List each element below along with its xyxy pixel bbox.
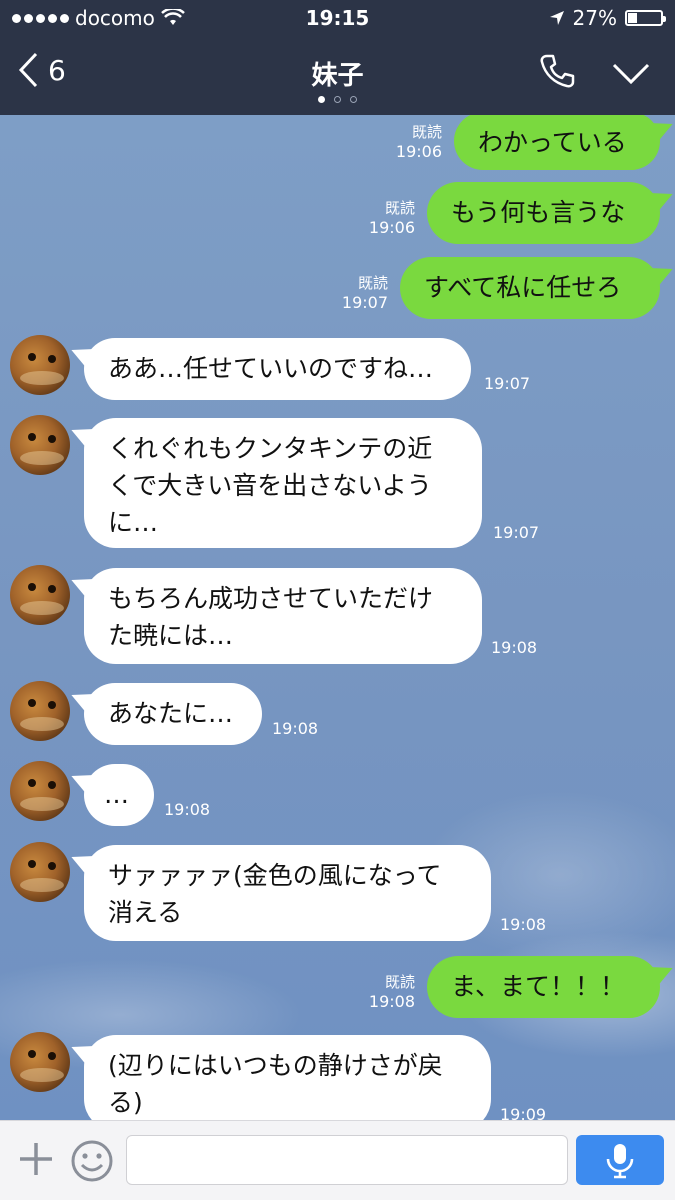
mic-button[interactable]	[576, 1135, 664, 1185]
back-chevron-icon	[18, 52, 38, 88]
input-bar	[0, 1120, 675, 1200]
avatar[interactable]	[10, 415, 70, 475]
message-meta: 既読 19:06	[369, 199, 415, 237]
message-bubble-incoming[interactable]: サァァァァ(金色の風になって 消える	[84, 845, 491, 941]
avatar[interactable]	[10, 681, 70, 741]
message-bubble-incoming[interactable]: ああ…任せていいのですね…	[84, 338, 471, 400]
message-time: 19:07	[493, 523, 540, 542]
phone-icon[interactable]	[538, 52, 576, 90]
message-time: 19:09	[500, 1105, 547, 1120]
mic-icon	[606, 1144, 634, 1179]
message-bubble-outgoing[interactable]: もう何も言うな	[427, 182, 660, 244]
message-bubble-incoming[interactable]: くれぐれもクンタキンテの近 くで大きい音を出さないよう に…	[84, 418, 482, 548]
message-bubble-outgoing[interactable]: すべて私に任せろ	[400, 257, 660, 319]
page-dot	[350, 96, 357, 103]
smile-icon[interactable]	[70, 1139, 114, 1183]
chevron-down-icon[interactable]	[612, 62, 650, 86]
read-receipt: 既読	[357, 274, 388, 292]
message-input[interactable]	[126, 1135, 568, 1185]
message-time: 19:08	[368, 992, 415, 1011]
battery-fill	[628, 13, 637, 23]
message-bubble-outgoing[interactable]: わかっている	[454, 115, 660, 170]
message-time: 19:08	[164, 800, 211, 819]
read-receipt: 既読	[411, 123, 442, 141]
top-bar: docomo 19:15 27% 6 妹子	[0, 0, 675, 115]
status-bar: docomo 19:15 27%	[0, 0, 675, 38]
message-bubble-incoming[interactable]: …	[84, 764, 154, 826]
message-time: 19:07	[484, 374, 531, 393]
back-count: 6	[48, 53, 66, 87]
message-bubble-incoming[interactable]: あなたに…	[84, 683, 262, 745]
message-time: 19:06	[395, 142, 442, 161]
page-indicator	[0, 96, 675, 103]
message-bubble-incoming[interactable]: (辺りにはいつもの静けさが戻 る)	[84, 1035, 491, 1120]
avatar[interactable]	[10, 565, 70, 625]
page-dot	[334, 96, 341, 103]
chat-area[interactable]: 既読 19:06 わかっている 既読 19:06 もう何も言うな 既読 19:0…	[0, 115, 675, 1120]
avatar[interactable]	[10, 842, 70, 902]
message-bubble-incoming[interactable]: もちろん成功させていただけ た暁には…	[84, 568, 482, 664]
message-time: 19:07	[341, 293, 388, 312]
message-bubble-outgoing[interactable]: ま、まて！！！	[427, 956, 660, 1018]
message-meta: 既読 19:06	[396, 123, 442, 161]
message-time: 19:08	[491, 638, 538, 657]
message-meta: 既読 19:08	[369, 973, 415, 1011]
page-dot	[318, 96, 325, 103]
message-time: 19:08	[500, 915, 547, 934]
avatar[interactable]	[10, 761, 70, 821]
location-arrow-icon	[549, 11, 564, 25]
read-receipt: 既読	[384, 973, 415, 991]
avatar[interactable]	[10, 1032, 70, 1092]
battery-percent: 27%	[572, 6, 617, 30]
message-meta: 既読 19:07	[342, 274, 388, 312]
message-time: 19:08	[272, 719, 319, 738]
read-receipt: 既読	[384, 199, 415, 217]
battery-icon	[625, 10, 666, 26]
plus-icon[interactable]	[16, 1139, 56, 1179]
back-button[interactable]: 6	[18, 52, 66, 88]
message-time: 19:06	[368, 218, 415, 237]
avatar[interactable]	[10, 335, 70, 395]
